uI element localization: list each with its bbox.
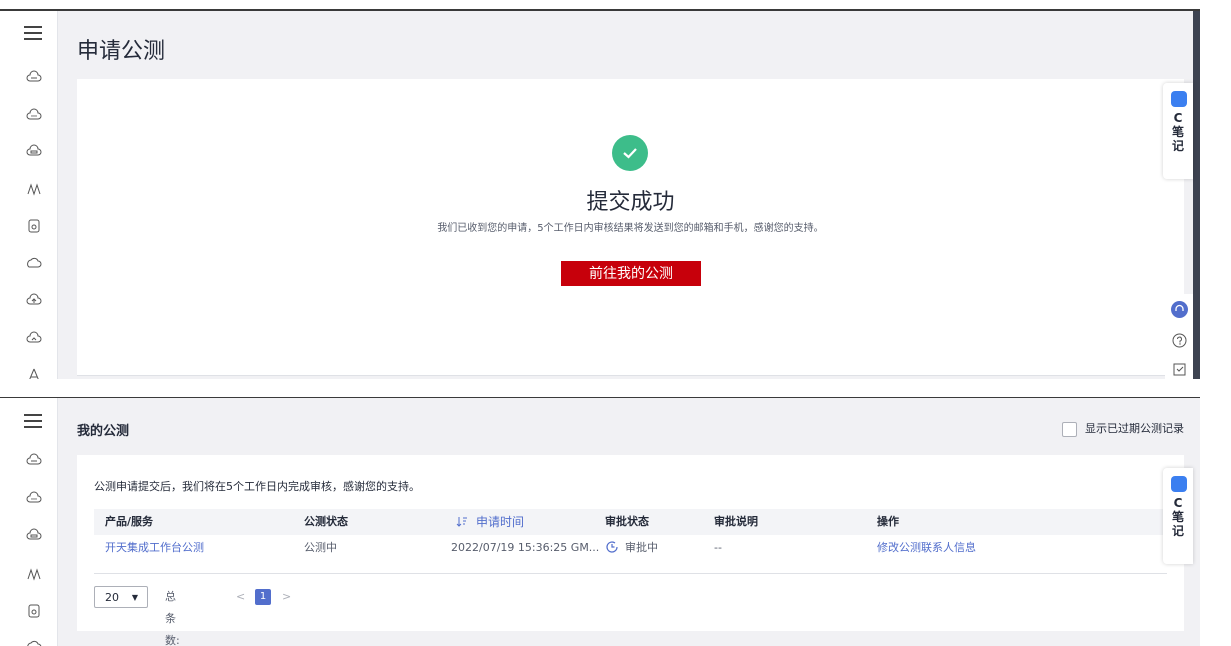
page-size-select[interactable]: 20 ▼ [94,586,148,608]
success-card: 提交成功 我们已收到您的申请，5个工作日内审核结果将发送到您的邮箱和手机，感谢您… [77,79,1184,376]
page-size-value: 20 [105,591,119,604]
cloud-upload-icon[interactable] [26,292,42,308]
menu-icon[interactable] [24,26,42,40]
check-icon [612,135,648,171]
note-widget[interactable]: C笔记 [1163,83,1193,179]
next-page-icon[interactable]: > [282,586,291,608]
tower-icon[interactable] [26,367,42,379]
note-logo-icon [1171,91,1187,107]
show-expired-checkbox[interactable] [1062,421,1077,437]
page-number[interactable]: 1 [255,589,271,605]
test-status: 公测中 [304,541,337,554]
sidebar [0,11,58,379]
pending-clock-icon [606,541,618,553]
cloud-more-icon[interactable] [26,107,42,123]
approval-status-cell: 审批中 [605,529,658,567]
note-char-1: 笔 [1171,510,1184,524]
cloud-storage-icon[interactable] [26,527,42,543]
customer-service-icon[interactable] [1171,301,1188,318]
note-letter: C [1173,111,1183,125]
note-char-2: 记 [1171,524,1184,538]
note-char-2: 记 [1171,139,1184,153]
show-expired-label: 显示已过期公测记录 [1085,422,1184,435]
network-icon[interactable] [26,566,42,582]
show-expired-option[interactable]: 显示已过期公测记录 [1062,420,1184,437]
success-description: 我们已收到您的申请，5个工作日内审核结果将发送到您的邮箱和手机，感谢您的支持。 [437,223,824,234]
submit-success-panel: 申请公测 提交成功 我们已收到您的申请，5个工作日内审核结果将发送到您的邮箱和手… [0,9,1200,379]
help-icon[interactable] [1172,333,1187,348]
cloud-sync-icon[interactable] [26,330,42,346]
cloud-outline-icon[interactable] [26,255,42,271]
prev-page-icon[interactable]: < [236,586,245,608]
approval-status: 审批中 [625,541,658,554]
cloud-more-icon[interactable] [26,490,42,506]
network-icon[interactable] [26,181,42,197]
cloud-server-icon[interactable] [26,69,42,85]
page-title: 申请公测 [77,39,166,64]
go-to-my-tests-button[interactable]: 前往我的公测 [561,261,701,286]
note-widget[interactable]: C笔记 [1163,468,1193,564]
note-letter: C [1173,496,1183,510]
table-row: 开天集成工作台公测 公测中 2022/07/19 15:36:25 GM... … [94,535,1167,574]
product-link[interactable]: 开天集成工作台公测 [105,529,204,567]
review-notice: 公测申请提交后，我们将在5个工作日内完成审核，感谢您的支持。 [94,480,420,493]
my-tests-title: 我的公测 [77,424,130,439]
apply-time: 2022/07/19 15:36:25 GM... [451,541,600,554]
edit-contact-link[interactable]: 修改公测联系人信息 [877,529,976,567]
cloud-server-icon[interactable] [26,452,42,468]
note-char-1: 笔 [1171,125,1184,139]
database-icon[interactable] [26,218,42,234]
note-logo-icon [1171,476,1187,492]
success-title: 提交成功 [586,190,675,215]
scrollbar[interactable] [1193,11,1200,379]
sort-desc-icon[interactable] [456,516,468,527]
col-apply-time-label: 申请时间 [476,515,525,529]
my-tests-card: 公测申请提交后，我们将在5个工作日内完成审核，感谢您的支持。 产品/服务 公测状… [77,455,1184,646]
database-icon[interactable] [26,603,42,619]
cloud-storage-icon[interactable] [26,143,42,159]
my-tests-panel: 我的公测 显示已过期公测记录 公测申请提交后，我们将在5个工作日内完成审核，感谢… [0,397,1200,646]
menu-icon[interactable] [24,414,42,428]
sidebar [0,398,58,646]
chevron-down-icon: ▼ [131,593,138,602]
floating-toolbar [1165,294,1193,379]
feedback-icon[interactable] [1172,362,1187,377]
tests-table: 产品/服务 公测状态 申请时间 审批状态 审批说明 操作 开天集成工作台公测 公… [94,509,1167,574]
approval-note: -- [714,541,722,554]
total-count: 总条数: 1 [165,590,180,646]
